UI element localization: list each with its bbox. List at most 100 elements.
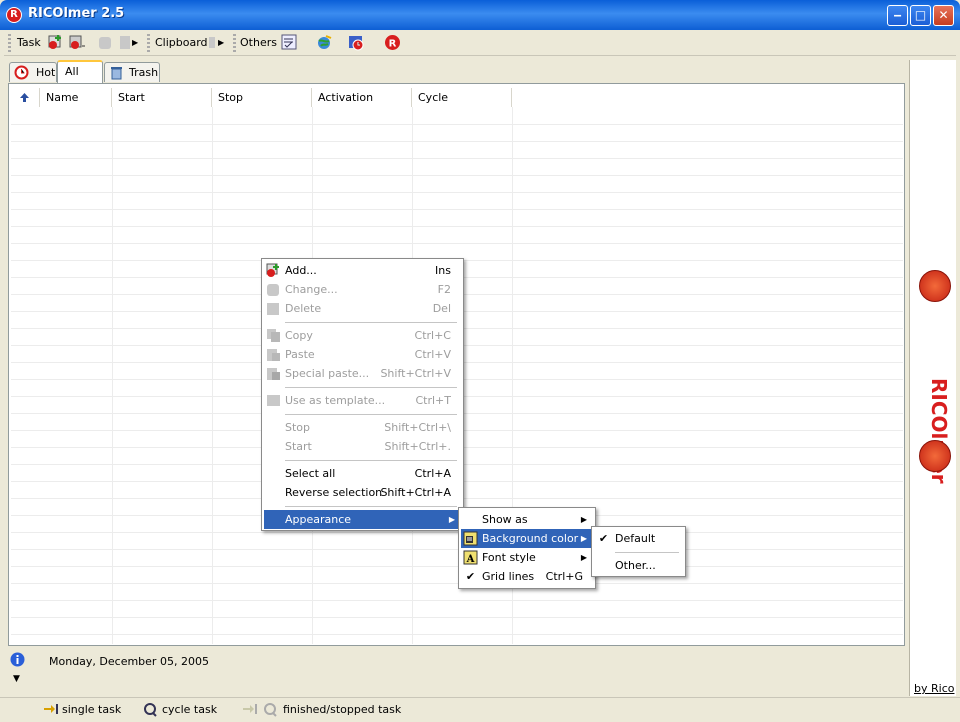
schedule-clock-icon[interactable] bbox=[348, 34, 365, 51]
menu-item-font-style[interactable]: A Font style ▶ bbox=[461, 548, 593, 567]
grid-row-line bbox=[11, 532, 903, 533]
svg-text:A: A bbox=[466, 554, 475, 565]
menu-item-use-as-template: Use as template... Ctrl+T bbox=[264, 391, 461, 410]
globe-icon[interactable] bbox=[316, 34, 333, 51]
tab-all[interactable]: All bbox=[57, 60, 103, 84]
submenu-arrow-icon: ▶ bbox=[580, 553, 587, 562]
maximize-icon: □ bbox=[914, 8, 927, 22]
tab-hot[interactable]: Hot bbox=[9, 62, 57, 82]
menu-separator bbox=[285, 414, 457, 415]
tab-trash[interactable]: Trash bbox=[104, 62, 160, 82]
submenu-arrow-icon: ▶ bbox=[448, 515, 455, 524]
side-panel: RICOlmer by Rico bbox=[909, 60, 956, 696]
expand-arrow-icon[interactable]: ▼ bbox=[13, 674, 20, 684]
window-title: RICOlmer 2.5 bbox=[28, 6, 125, 21]
add-task-icon[interactable] bbox=[47, 34, 64, 51]
trash-icon bbox=[111, 67, 122, 80]
menu-item-appearance[interactable]: Appearance ▶ bbox=[264, 510, 461, 529]
clipboard-more-arrow-icon[interactable]: ▶ bbox=[218, 33, 224, 53]
alarm-clock-icon bbox=[14, 65, 29, 80]
toolbar: Task ▶ Clipboard ▶ Others R bbox=[4, 30, 956, 56]
menu-item-select-all[interactable]: Select all Ctrl+A bbox=[264, 464, 461, 483]
context-menu: Add... Ins Change... F2 Delete Del Copy Ctrl… bbox=[261, 258, 464, 531]
special-paste-icon bbox=[267, 368, 280, 380]
grid-row-line bbox=[11, 583, 903, 584]
title-bar[interactable]: R RICOlmer 2.5 ‒ □ ✕ bbox=[0, 0, 960, 30]
app-logo-icon: R bbox=[6, 7, 22, 23]
finished-task-icon bbox=[243, 704, 257, 714]
cycle-task-icon bbox=[144, 703, 157, 717]
menu-separator bbox=[285, 506, 457, 507]
maximize-button[interactable]: □ bbox=[910, 5, 931, 26]
menu-item-copy: Copy Ctrl+C bbox=[264, 326, 461, 345]
grid-row-line bbox=[11, 158, 903, 159]
grid-row-line bbox=[11, 209, 903, 210]
menu-separator bbox=[285, 322, 457, 323]
ricolmer-logo-icon[interactable]: R bbox=[384, 34, 401, 51]
menu-item-background-color[interactable]: Background color ▶ bbox=[461, 529, 593, 548]
font-style-icon: A bbox=[463, 550, 478, 565]
menu-item-start: Start Shift+Ctrl+. bbox=[285, 440, 451, 453]
minimize-button[interactable]: ‒ bbox=[887, 5, 908, 26]
column-header-name[interactable]: Name bbox=[40, 88, 112, 107]
credit-link[interactable]: by Rico bbox=[914, 682, 954, 695]
task-list-icon[interactable] bbox=[69, 34, 86, 51]
grid-row-line bbox=[11, 243, 903, 244]
toolbar-grip[interactable] bbox=[8, 34, 11, 52]
background-color-icon bbox=[463, 531, 478, 546]
column-header-start[interactable]: Start bbox=[112, 88, 212, 107]
menu-separator bbox=[285, 460, 457, 461]
grid-row-line bbox=[11, 549, 903, 550]
grid-row-line bbox=[11, 192, 903, 193]
grid-row-line bbox=[11, 600, 903, 601]
task-menu-button[interactable]: Task bbox=[17, 33, 41, 53]
legend-single-task: single task bbox=[62, 703, 122, 716]
submenu-arrow-icon: ▶ bbox=[580, 515, 587, 524]
checklist-icon[interactable] bbox=[281, 34, 298, 51]
toolbar-grip[interactable] bbox=[147, 34, 150, 52]
sort-header[interactable] bbox=[11, 88, 40, 107]
grid-row-line bbox=[11, 226, 903, 227]
appearance-submenu: Show as ▶ Background color ▶ A Font style ▶… bbox=[458, 507, 596, 589]
legend-cycle-task: cycle task bbox=[162, 703, 218, 716]
stopped-cycle-icon bbox=[264, 703, 277, 717]
menu-item-add[interactable]: Add... Ins bbox=[264, 261, 461, 280]
sort-ascending-arrow-icon bbox=[20, 93, 29, 102]
delete-task-icon bbox=[267, 303, 279, 315]
submenu-arrow-icon: ▶ bbox=[580, 534, 587, 543]
info-icon bbox=[10, 652, 25, 667]
task-more-arrow-icon[interactable]: ▶ bbox=[132, 33, 138, 53]
grid-row-line bbox=[11, 634, 903, 635]
clipboard-menu-button[interactable]: Clipboard bbox=[155, 33, 208, 53]
menu-item-default[interactable]: ✔ Default bbox=[594, 529, 683, 548]
change-task-icon bbox=[267, 284, 279, 296]
column-header-cycle[interactable]: Cycle bbox=[412, 88, 512, 107]
svg-text:R: R bbox=[389, 39, 397, 50]
checkmark-icon: ✔ bbox=[465, 570, 476, 583]
close-button[interactable]: ✕ bbox=[933, 5, 954, 26]
menu-item-other[interactable]: Other... bbox=[594, 556, 683, 575]
menu-item-grid-lines[interactable]: ✔ Grid lines Ctrl+G bbox=[461, 567, 593, 586]
menu-item-paste: Paste Ctrl+V bbox=[264, 345, 461, 364]
status-bar: single task cycle task finished/stopped … bbox=[0, 697, 960, 722]
menu-item-show-as[interactable]: Show as ▶ bbox=[461, 510, 593, 529]
minimize-icon: ‒ bbox=[893, 8, 902, 22]
copy-icon bbox=[267, 329, 280, 342]
tab-label: Trash bbox=[129, 66, 159, 79]
tab-label: Hot bbox=[36, 66, 56, 79]
hand-stop-icon[interactable] bbox=[919, 270, 951, 302]
grid-column-line bbox=[112, 107, 113, 644]
menu-item-reverse-selection[interactable]: Reverse selection Shift+Ctrl+A bbox=[264, 483, 461, 502]
toolbar-grip[interactable] bbox=[233, 34, 236, 52]
change-task-icon bbox=[99, 37, 111, 49]
column-header-stop[interactable]: Stop bbox=[212, 88, 312, 107]
paste-icon bbox=[267, 349, 280, 361]
menu-separator bbox=[285, 387, 457, 388]
menu-separator bbox=[615, 552, 679, 553]
column-header-activation[interactable]: Activation bbox=[312, 88, 412, 107]
close-icon: ✕ bbox=[938, 8, 949, 22]
grid-row-line bbox=[11, 175, 903, 176]
hand-stop-icon[interactable] bbox=[919, 440, 951, 472]
others-menu-button[interactable]: Others bbox=[240, 33, 277, 53]
grid-row-line bbox=[11, 617, 903, 618]
